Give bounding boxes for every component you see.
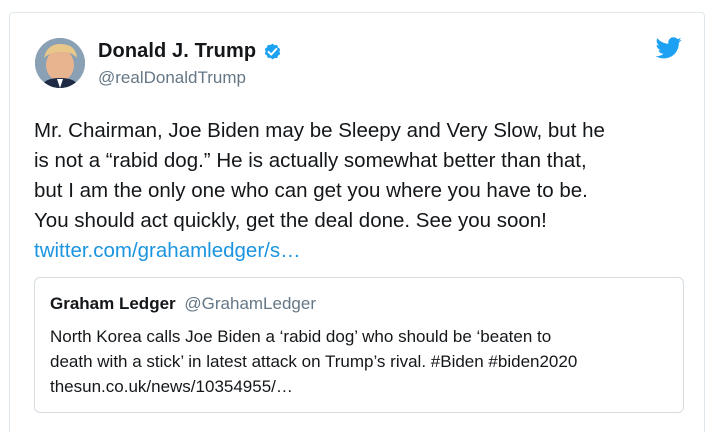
twitter-bird-icon[interactable] bbox=[655, 37, 682, 59]
quoted-tweet[interactable]: Graham Ledger @GrahamLedger North Korea … bbox=[34, 277, 684, 413]
author-handle[interactable]: @realDonaldTrump bbox=[98, 68, 246, 88]
quoted-author-handle[interactable]: @GrahamLedger bbox=[184, 294, 316, 313]
tweet-text-line: Mr. Chairman, Joe Biden may be Sleepy an… bbox=[34, 119, 605, 142]
tweet-text-line: is not a “rabid dog.” He is actually som… bbox=[34, 149, 587, 172]
tweet-text: Mr. Chairman, Joe Biden may be Sleepy an… bbox=[34, 116, 684, 266]
author-row: Donald J. Trump bbox=[98, 40, 283, 63]
quoted-link[interactable]: thesun.co.uk/news/10354955/… bbox=[50, 374, 675, 399]
verified-badge-icon bbox=[262, 41, 283, 62]
quoted-author-name[interactable]: Graham Ledger bbox=[50, 294, 176, 313]
quoted-tweet-text: North Korea calls Joe Biden a ‘rabid dog… bbox=[50, 324, 675, 399]
tweet-card: Donald J. Trump @realDonaldTrump Mr. Cha… bbox=[9, 12, 705, 432]
tweet-text-line: You should act quickly, get the deal don… bbox=[34, 209, 547, 232]
tweet-link[interactable]: twitter.com/grahamledger/s… bbox=[34, 239, 301, 262]
quoted-text-line: death with a stick’ in latest attack on … bbox=[50, 352, 578, 371]
tweet-text-line: but I am the only one who can get you wh… bbox=[34, 179, 588, 202]
avatar[interactable] bbox=[35, 38, 85, 88]
quoted-tweet-header: Graham Ledger @GrahamLedger bbox=[50, 294, 316, 314]
quoted-text-line: North Korea calls Joe Biden a ‘rabid dog… bbox=[50, 327, 552, 346]
author-display-name[interactable]: Donald J. Trump bbox=[98, 40, 256, 63]
